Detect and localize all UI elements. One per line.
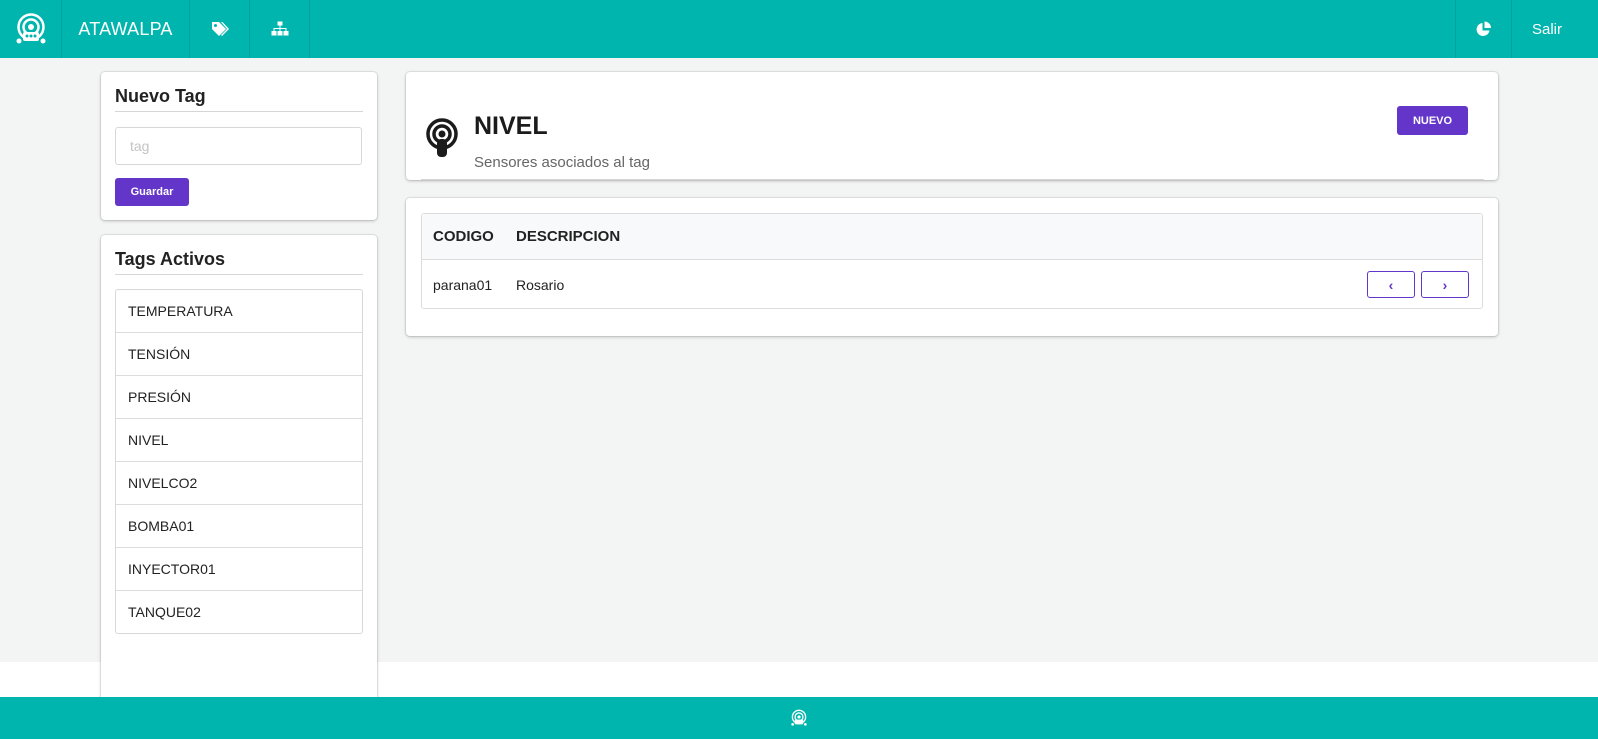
atawalpa-logo-icon — [791, 709, 807, 726]
nav-sitemap-link[interactable] — [250, 0, 310, 58]
header-divider — [421, 179, 1484, 180]
tag-list-item[interactable]: NIVEL — [116, 419, 362, 462]
sitemap-icon — [271, 21, 288, 36]
logout-link[interactable]: Salir — [1512, 0, 1598, 58]
top-navbar: ATAWALPA Salir — [0, 0, 1598, 58]
new-tag-title: Nuevo Tag — [115, 86, 363, 112]
new-tag-card: Nuevo Tag Guardar — [101, 72, 377, 220]
tags-icon — [211, 22, 229, 36]
tag-subtitle: Sensores asociados al tag — [474, 154, 650, 171]
sensors-table-card: CODIGO DESCRIPCION parana01 Rosario ‹ › — [406, 198, 1498, 336]
tag-list-item[interactable]: NIVELCO2 — [116, 462, 362, 505]
tag-list-item[interactable]: BOMBA01 — [116, 505, 362, 548]
active-tags-list: TEMPERATURA TENSIÓN PRESIÓN NIVEL NIVELC… — [115, 289, 363, 634]
tag-list-item[interactable]: TEMPERATURA — [116, 290, 362, 333]
brand-name[interactable]: ATAWALPA — [62, 0, 190, 58]
active-tags-card: Tags Activos TEMPERATURA TENSIÓN PRESIÓN… — [101, 235, 377, 705]
table-header: CODIGO DESCRIPCION — [422, 214, 1482, 260]
new-sensor-button[interactable]: NUEVO — [1397, 106, 1468, 135]
pie-chart-icon — [1476, 21, 1491, 36]
tag-header-card: NIVEL Sensores asociados al tag NUEVO — [406, 72, 1498, 180]
tag-list-item[interactable]: INYECTOR01 — [116, 548, 362, 591]
prev-page-button[interactable]: ‹ — [1367, 271, 1415, 298]
cell-codigo: parana01 — [433, 276, 493, 293]
pagination: ‹ › — [1367, 271, 1469, 298]
footer — [0, 697, 1598, 739]
nav-tags-link[interactable] — [190, 0, 250, 58]
table-row: parana01 Rosario ‹ › — [422, 260, 1482, 309]
tag-input[interactable] — [115, 127, 362, 165]
column-header-codigo: CODIGO — [433, 228, 494, 245]
tag-list-item[interactable]: TENSIÓN — [116, 333, 362, 376]
cell-descripcion: Rosario — [516, 276, 565, 293]
content-area: Nuevo Tag Guardar Tags Activos TEMPERATU… — [0, 58, 1598, 705]
active-tags-title: Tags Activos — [115, 249, 363, 275]
podcast-icon — [426, 118, 458, 157]
atawalpa-logo-icon — [16, 13, 45, 44]
save-button[interactable]: Guardar — [115, 178, 189, 206]
tag-list-item[interactable]: PRESIÓN — [116, 376, 362, 419]
sensors-table: CODIGO DESCRIPCION parana01 Rosario ‹ › — [421, 213, 1483, 309]
tag-list-item[interactable]: TANQUE02 — [116, 591, 362, 633]
tag-title: NIVEL — [474, 112, 548, 140]
column-header-descripcion: DESCRIPCION — [516, 228, 621, 245]
next-page-button[interactable]: › — [1421, 271, 1469, 298]
navbar-logo[interactable] — [0, 0, 62, 58]
nav-dashboard-link[interactable] — [1456, 0, 1512, 58]
